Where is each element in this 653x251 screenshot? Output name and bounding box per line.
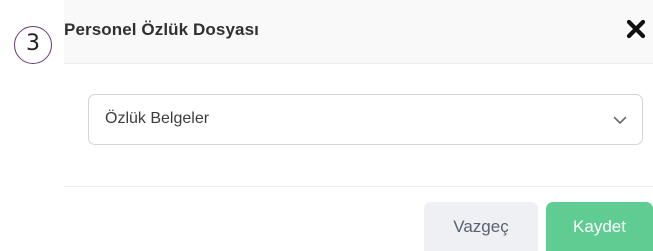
step-number-badge: 3 — [14, 26, 52, 64]
select-value: Özlük Belgeler — [105, 110, 210, 127]
modal-header: Personel Özlük Dosyası — [64, 0, 653, 64]
document-type-select[interactable]: Özlük Belgeler — [88, 94, 643, 145]
modal-dialog: Personel Özlük Dosyası Özlük Belgeler Va… — [64, 0, 653, 251]
modal-title: Personel Özlük Dosyası — [64, 20, 259, 39]
page: 3 Personel Özlük Dosyası Özlük Belgeler … — [0, 0, 653, 251]
chevron-down-icon — [612, 112, 628, 128]
save-button[interactable]: Kaydet — [546, 202, 653, 251]
close-icon[interactable] — [625, 18, 647, 40]
footer-divider — [64, 186, 653, 187]
cancel-button[interactable]: Vazgeç — [424, 202, 538, 251]
